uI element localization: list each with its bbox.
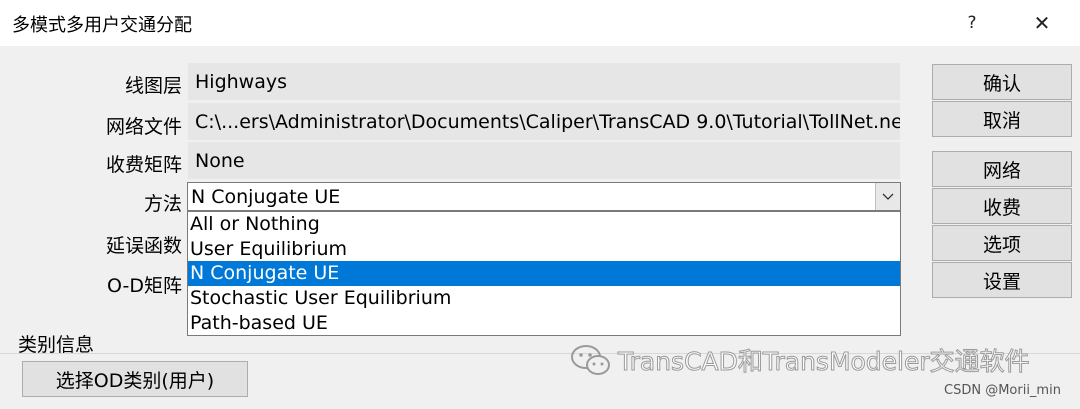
title-bar: 多模式多用户交通分配 ? ✕ bbox=[0, 0, 1080, 46]
od-matrix-label: O-D矩阵 bbox=[107, 275, 182, 297]
delay-function-label: 延误函数 bbox=[105, 235, 182, 257]
network-file-field: C:\...ers\Administrator\Documents\Calipe… bbox=[188, 103, 900, 140]
method-select-value: N Conjugate UE bbox=[191, 185, 341, 208]
cancel-button[interactable]: 取消 bbox=[932, 101, 1072, 137]
ok-button[interactable]: 确认 bbox=[932, 64, 1072, 100]
network-button[interactable]: 网络 bbox=[932, 151, 1072, 187]
options-button[interactable]: 选项 bbox=[932, 225, 1072, 261]
toll-matrix-label: 收费矩阵 bbox=[105, 154, 182, 176]
toll-button[interactable]: 收费 bbox=[932, 188, 1072, 224]
close-button[interactable]: ✕ bbox=[1028, 9, 1056, 37]
dropdown-option[interactable]: N Conjugate UE bbox=[188, 261, 900, 286]
method-dropdown-list: All or Nothing User Equilibrium N Conjugat… bbox=[187, 211, 901, 336]
select-od-class-button[interactable]: 选择OD类别(用户) bbox=[22, 361, 248, 397]
dropdown-option[interactable]: All or Nothing bbox=[188, 212, 900, 237]
watermark: TransCAD和TransModeler交通软件 bbox=[570, 342, 1030, 378]
dropdown-option[interactable]: User Equilibrium bbox=[188, 237, 900, 262]
layer-field: Highways bbox=[188, 63, 900, 100]
window-title: 多模式多用户交通分配 bbox=[12, 15, 192, 36]
dropdown-option[interactable]: Stochastic User Equilibrium bbox=[188, 286, 900, 311]
watermark-text: TransCAD和TransModeler交通软件 bbox=[618, 347, 1031, 377]
credit-text: CSDN @Morii_min bbox=[944, 383, 1061, 398]
help-button[interactable]: ? bbox=[958, 9, 986, 37]
settings-button[interactable]: 设置 bbox=[932, 262, 1072, 298]
network-label: 网络文件 bbox=[105, 116, 182, 138]
dropdown-option[interactable]: Path-based UE bbox=[188, 310, 900, 335]
class-info-label: 类别信息 bbox=[18, 334, 95, 356]
wechat-icon bbox=[571, 345, 610, 375]
layer-label: 线图层 bbox=[124, 75, 182, 97]
method-select[interactable]: N Conjugate UE bbox=[187, 182, 901, 211]
method-label: 方法 bbox=[143, 193, 182, 215]
toll-matrix-field: None bbox=[188, 142, 900, 179]
chevron-down-icon[interactable] bbox=[875, 183, 900, 210]
